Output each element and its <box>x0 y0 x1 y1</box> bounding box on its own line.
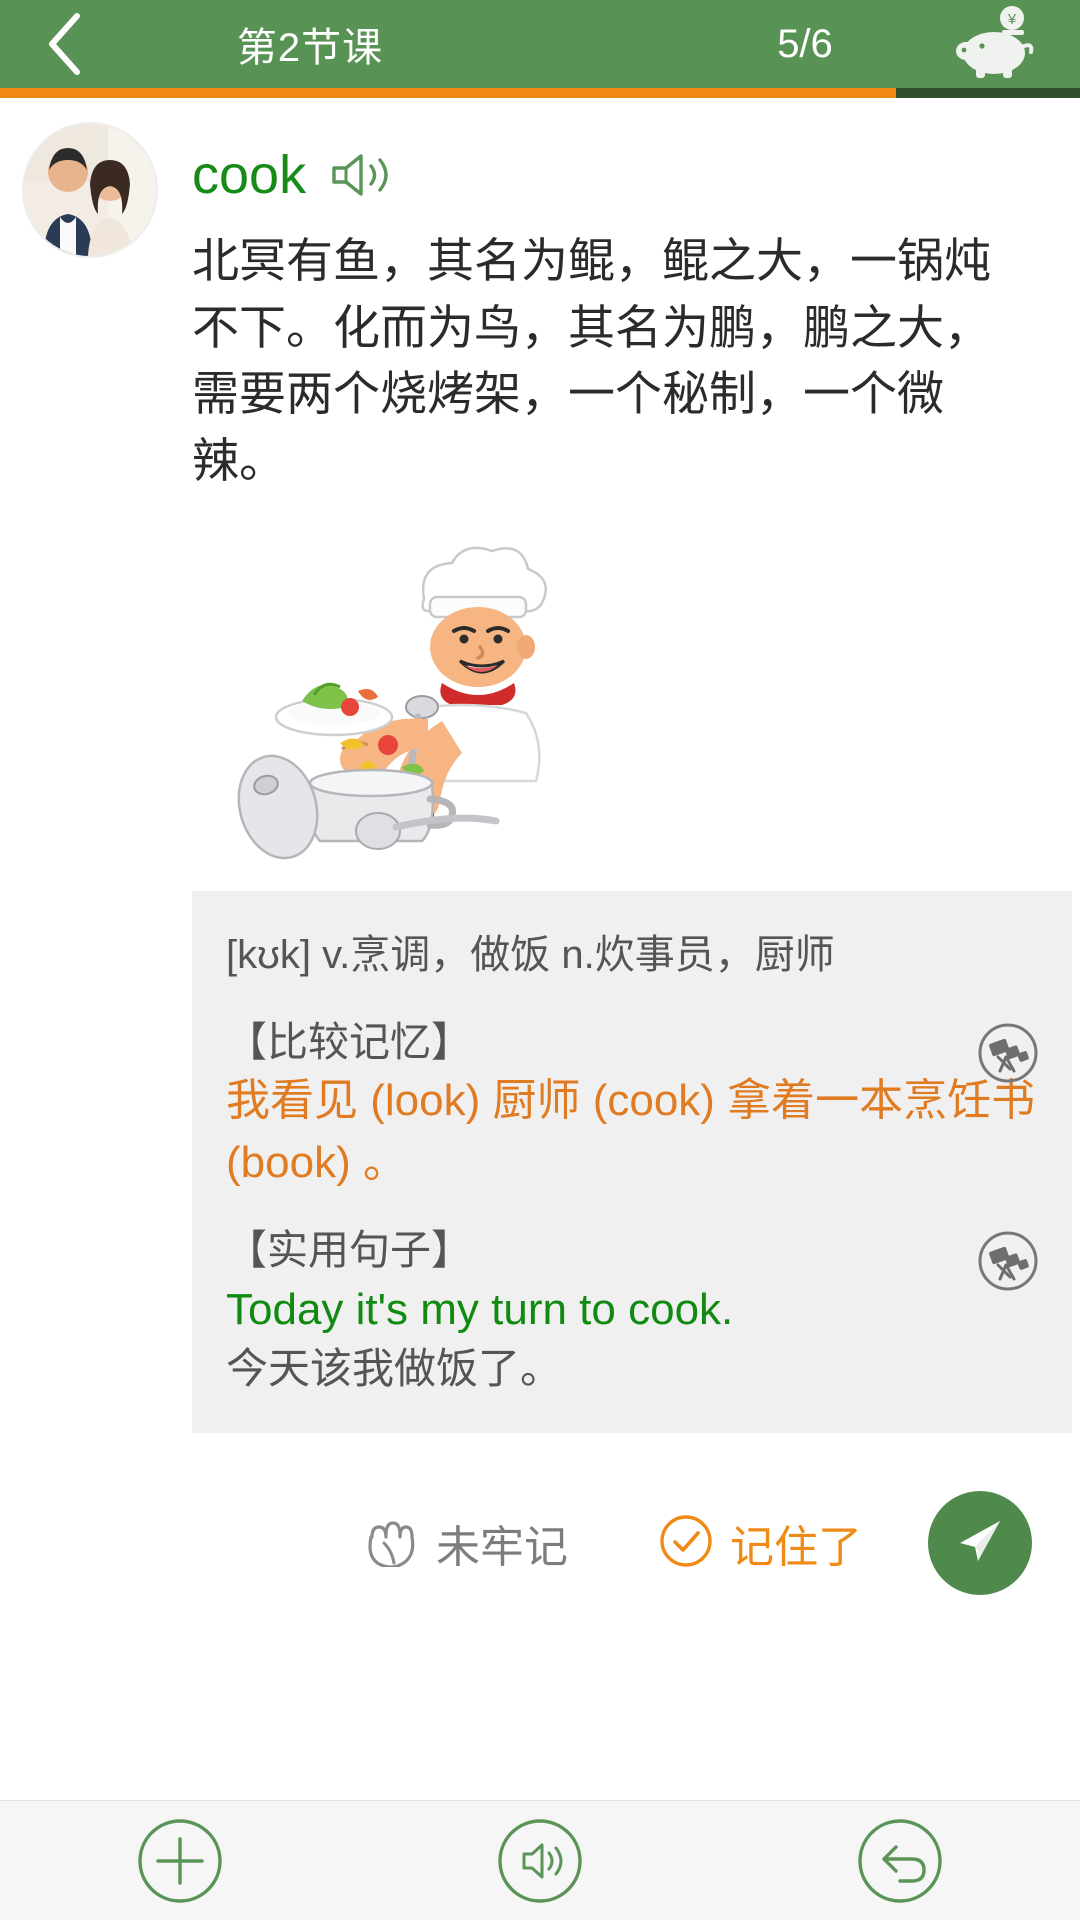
section-body-comparison: 我看见 (look) 厨师 (cook) 拿着一本烹饪书 (book) 。 <box>226 1076 1036 1187</box>
undo-circle-icon <box>854 1815 946 1907</box>
paper-plane-icon <box>952 1513 1008 1574</box>
word-title: cook <box>192 145 307 205</box>
section-body-sentence-en: Today it's my turn to cook. <box>226 1284 734 1334</box>
speaker-icon[interactable] <box>328 150 394 200</box>
section-head-comparison: 【比较记忆】 <box>226 1018 472 1065</box>
chef-cooking-illustration <box>192 531 572 861</box>
page-title: 第2节课 <box>236 26 384 70</box>
progress-counter: 5/6 <box>777 21 833 66</box>
app-header: 第2节课 5/6 ¥ <box>0 0 1080 88</box>
memorized-label: 记住了 <box>730 1523 862 1573</box>
lesson-content: cook 北冥有鱼，其名为鲲，鲲之大，一锅炖不下。化而为鸟，其名为鹏，鹏之大，需… <box>0 98 1080 1800</box>
back-button[interactable] <box>0 0 130 88</box>
section-head-sentence: 【实用句子】 <box>226 1227 472 1274</box>
section-sentence: 【实用句子】 Today it's my turn to cook. 今天该我做… <box>192 1223 1072 1399</box>
word-row: cook <box>192 120 1080 214</box>
lesson-paragraph: 北冥有鱼，其名为鲲，鲲之大，一锅炖不下。化而为鸟，其名为鹏，鹏之大，需要两个烧烤… <box>192 234 991 488</box>
action-row: 未牢记 记住了 <box>0 1473 1080 1613</box>
definition-box: [kʊk] v.烹调，做饭 n.炊事员，厨师 【比较记忆】 我看见 (look)… <box>192 890 1072 1434</box>
check-circle-icon <box>658 1513 714 1574</box>
lesson-progress-fill <box>0 88 897 98</box>
piggy-bank-button[interactable]: ¥ <box>910 0 1080 88</box>
telescope-icon[interactable] <box>972 1017 1044 1089</box>
phonetic-and-meaning: [kʊk] v.烹调，做饭 n.炊事员，厨师 <box>226 932 835 977</box>
add-button[interactable] <box>132 1813 228 1909</box>
bottom-toolbar <box>0 1800 1080 1920</box>
piggy-bank-icon: ¥ <box>952 3 1038 86</box>
telescope-icon[interactable] <box>972 1225 1044 1297</box>
svg-text:¥: ¥ <box>1007 11 1017 28</box>
chevron-left-icon <box>43 10 87 78</box>
send-button[interactable] <box>928 1491 1032 1596</box>
section-body-sentence-cn: 今天该我做饭了。 <box>226 1345 563 1393</box>
plus-circle-icon <box>134 1815 226 1907</box>
play-audio-button[interactable] <box>492 1813 588 1909</box>
not-memorized-button[interactable]: 未牢记 <box>362 1511 568 1575</box>
lesson-progress-bar <box>0 88 1080 98</box>
avatar[interactable] <box>22 122 158 258</box>
speaker-circle-icon <box>494 1815 586 1907</box>
section-comparison: 【比较记忆】 我看见 (look) 厨师 (cook) 拿着一本烹饪书 (boo… <box>192 1015 1072 1194</box>
fist-icon <box>362 1515 420 1572</box>
not-memorized-label: 未牢记 <box>436 1523 568 1573</box>
word-card: cook 北冥有鱼，其名为鲲，鲲之大，一锅炖不下。化而为鸟，其名为鹏，鹏之大，需… <box>0 98 1080 1613</box>
undo-button[interactable] <box>852 1813 948 1909</box>
memorized-button[interactable]: 记住了 <box>658 1511 862 1575</box>
